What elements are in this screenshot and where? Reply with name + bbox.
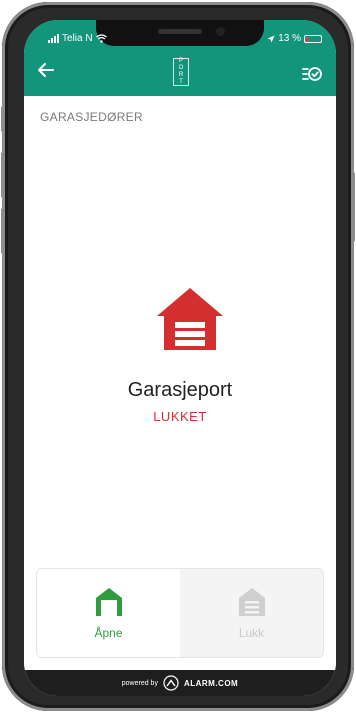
arrow-left-icon xyxy=(38,63,54,77)
open-button[interactable]: Åpne xyxy=(37,569,180,657)
door-actions: Åpne Lukk xyxy=(36,568,324,658)
device-name: Garasjeport xyxy=(127,379,233,401)
app-header: Telia N 13 % P O R T xyxy=(24,20,336,96)
carrier-label: Telia N xyxy=(62,33,93,44)
signal-icon xyxy=(48,34,59,43)
speaker xyxy=(158,29,202,34)
logo-letter: R xyxy=(178,72,184,78)
volume-down-button xyxy=(1,208,5,254)
alarm-logo-icon xyxy=(163,675,179,691)
battery-icon xyxy=(304,34,322,43)
volume-up-button xyxy=(1,152,5,198)
front-camera xyxy=(216,27,225,36)
brand-label: ALARM.COM xyxy=(183,678,239,688)
phone-frame: Telia N 13 % P O R T GARASJEDØRER Garasj… xyxy=(1,2,355,711)
status-right: 13 % xyxy=(267,33,322,44)
logo-letter: O xyxy=(178,65,184,71)
list-check-icon xyxy=(302,67,322,81)
section-title: GARASJEDØRER xyxy=(40,110,143,124)
powered-by-label: powered by xyxy=(121,679,158,687)
app-logo: P O R T xyxy=(173,58,189,86)
phone-screen: Telia N 13 % P O R T GARASJEDØRER Garasj… xyxy=(24,20,336,696)
device-state: LUKKET xyxy=(153,409,207,424)
garage-door-icon xyxy=(157,288,223,350)
mute-switch xyxy=(1,106,5,132)
logo-letter: T xyxy=(179,79,183,85)
notch xyxy=(96,20,264,46)
garage-open-icon xyxy=(95,588,122,616)
close-label: Lukk xyxy=(238,626,265,640)
open-label: Åpne xyxy=(94,626,123,640)
close-button[interactable]: Lukk xyxy=(180,569,323,657)
back-button[interactable] xyxy=(36,60,64,86)
main-content: GARASJEDØRER Garasjeport LUKKET Åpne Luk… xyxy=(24,96,336,676)
menu-button[interactable] xyxy=(300,62,324,86)
wifi-icon xyxy=(95,34,107,43)
location-arrow-icon xyxy=(267,35,275,42)
powered-by-footer: powered by ALARM.COM xyxy=(24,670,336,696)
power-button xyxy=(351,172,355,242)
status-left: Telia N xyxy=(48,33,107,44)
logo-letter: P xyxy=(178,58,183,64)
battery-percent: 13 % xyxy=(278,33,301,44)
garage-closed-icon xyxy=(238,588,265,616)
